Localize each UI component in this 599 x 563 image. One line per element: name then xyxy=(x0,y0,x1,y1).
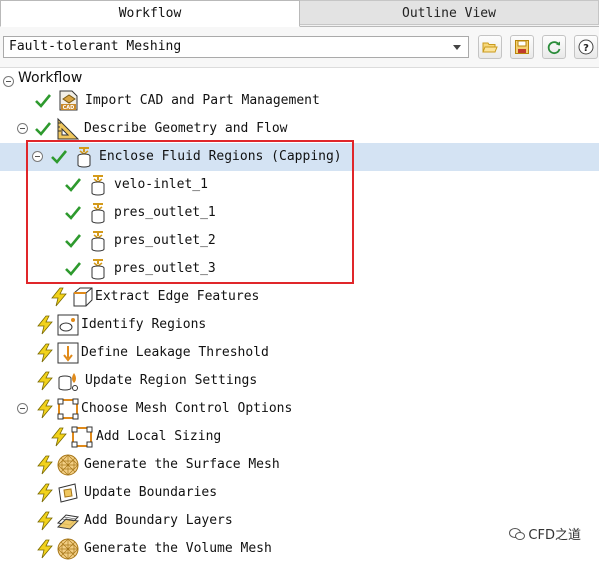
tree-item-update-region-settings[interactable]: Update Region Settings xyxy=(0,367,599,395)
mesh-control-icon xyxy=(57,398,79,420)
tree-item-pres-outlet-3[interactable]: pres_outlet_3 xyxy=(0,255,599,283)
check-icon xyxy=(51,150,68,164)
tree-item-label: pres_outlet_1 xyxy=(114,205,216,220)
lightning-bolt-icon xyxy=(51,287,67,307)
tree-item-identify-regions[interactable]: Identify Regions xyxy=(0,311,599,339)
open-folder-button[interactable] xyxy=(478,35,502,59)
local-sizing-icon xyxy=(71,426,93,448)
check-icon xyxy=(65,178,82,192)
tree-item-label: Add Boundary Layers xyxy=(84,513,233,528)
collapse-toggle[interactable] xyxy=(17,403,28,414)
tree-item-add-local-sizing[interactable]: Add Local Sizing xyxy=(0,423,599,451)
volume-mesh-icon xyxy=(57,538,79,560)
svg-text:?: ? xyxy=(583,43,589,54)
tree-item-pres-outlet-2[interactable]: pres_outlet_2 xyxy=(0,227,599,255)
chevron-down-icon xyxy=(453,45,461,50)
workflow-type-value: Fault-tolerant Meshing xyxy=(9,39,182,54)
lightning-bolt-icon xyxy=(37,539,53,559)
tree-root-label: Workflow xyxy=(18,70,83,86)
watermark: CFD之道 xyxy=(509,524,581,543)
tree-item-label: Describe Geometry and Flow xyxy=(84,121,288,136)
save-button[interactable] xyxy=(510,35,534,59)
tree-item-label: Update Region Settings xyxy=(85,373,258,388)
check-icon xyxy=(35,122,52,136)
capping-icon xyxy=(91,259,105,280)
collapse-toggle[interactable] xyxy=(32,151,43,162)
refresh-icon xyxy=(547,41,561,55)
check-icon xyxy=(65,262,82,276)
capping-icon xyxy=(91,203,105,224)
workflow-tree: Workflow CAD Import CAD and Part Managem… xyxy=(0,68,599,560)
leakage-icon xyxy=(57,342,79,364)
regions-icon xyxy=(57,314,79,336)
tree-item-label: Add Local Sizing xyxy=(96,429,222,444)
lightning-bolt-icon xyxy=(37,343,53,363)
tab-workflow[interactable]: Workflow xyxy=(0,0,300,27)
surface-mesh-icon xyxy=(57,454,79,476)
open-folder-icon xyxy=(482,42,498,53)
refresh-button[interactable] xyxy=(542,35,566,59)
tree-item-label: Choose Mesh Control Options xyxy=(81,401,293,416)
boundary-layers-icon xyxy=(56,514,80,530)
tab-outline-view[interactable]: Outline View xyxy=(300,0,599,25)
save-icon xyxy=(515,40,529,54)
workflow-type-select[interactable]: Fault-tolerant Meshing xyxy=(3,36,469,58)
tree-item-update-boundaries[interactable]: Update Boundaries xyxy=(0,479,599,507)
tree-item-velo-inlet-1[interactable]: velo-inlet_1 xyxy=(0,171,599,199)
collapse-toggle[interactable] xyxy=(3,76,14,87)
tree-item-label: velo-inlet_1 xyxy=(114,177,208,192)
tree-item-generate-surface-mesh[interactable]: Generate the Surface Mesh xyxy=(0,451,599,479)
capping-icon xyxy=(91,175,105,196)
lightning-bolt-icon xyxy=(37,371,53,391)
lightning-bolt-icon xyxy=(51,427,67,447)
workflow-toolbar: Fault-tolerant Meshing ? xyxy=(0,27,599,68)
tree-item-define-leakage-threshold[interactable]: Define Leakage Threshold xyxy=(0,339,599,367)
svg-text:CAD: CAD xyxy=(63,105,75,111)
tree-item-label: pres_outlet_2 xyxy=(114,233,216,248)
capping-icon xyxy=(91,231,105,252)
capping-icon xyxy=(77,147,91,168)
tree-item-label: pres_outlet_3 xyxy=(114,261,216,276)
region-settings-icon xyxy=(58,373,78,391)
lightning-bolt-icon xyxy=(37,315,53,335)
lightning-bolt-icon xyxy=(37,483,53,503)
tree-item-label: Extract Edge Features xyxy=(95,289,260,304)
tree-item-label: Update Boundaries xyxy=(84,485,218,500)
tree-item-enclose-fluid-regions[interactable]: Enclose Fluid Regions (Capping) xyxy=(0,143,599,171)
tree-item-label: Generate the Volume Mesh xyxy=(84,541,272,556)
boundaries-icon xyxy=(58,483,78,503)
tree-item-label: Generate the Surface Mesh xyxy=(84,457,280,472)
tree-item-choose-mesh-control-options[interactable]: Choose Mesh Control Options xyxy=(0,395,599,423)
check-icon xyxy=(65,234,82,248)
tree-item-label: Enclose Fluid Regions (Capping) xyxy=(99,149,342,164)
collapse-toggle[interactable] xyxy=(17,123,28,134)
lightning-bolt-icon xyxy=(37,511,53,531)
lightning-bolt-icon xyxy=(37,399,53,419)
tree-item-import-cad[interactable]: CAD Import CAD and Part Management xyxy=(0,87,599,115)
check-icon xyxy=(65,206,82,220)
geometry-ruler-icon xyxy=(57,117,80,140)
edge-features-icon xyxy=(73,287,93,307)
tree-item-label: Identify Regions xyxy=(81,317,207,332)
tab-bar: Workflow Outline View xyxy=(0,0,599,27)
lightning-bolt-icon xyxy=(37,455,53,475)
tree-item-label: Import CAD and Part Management xyxy=(85,93,320,108)
tree-item-label: Define Leakage Threshold xyxy=(81,345,269,360)
tree-item-extract-edge-features[interactable]: Extract Edge Features xyxy=(0,283,599,311)
help-icon: ? xyxy=(578,39,594,55)
cad-import-icon: CAD xyxy=(59,90,78,111)
tree-item-pres-outlet-1[interactable]: pres_outlet_1 xyxy=(0,199,599,227)
check-icon xyxy=(35,94,52,108)
wechat-icon xyxy=(509,528,526,540)
help-button[interactable]: ? xyxy=(574,35,598,59)
tree-item-describe-geometry[interactable]: Describe Geometry and Flow xyxy=(0,115,599,143)
watermark-text: CFD之道 xyxy=(528,528,581,543)
